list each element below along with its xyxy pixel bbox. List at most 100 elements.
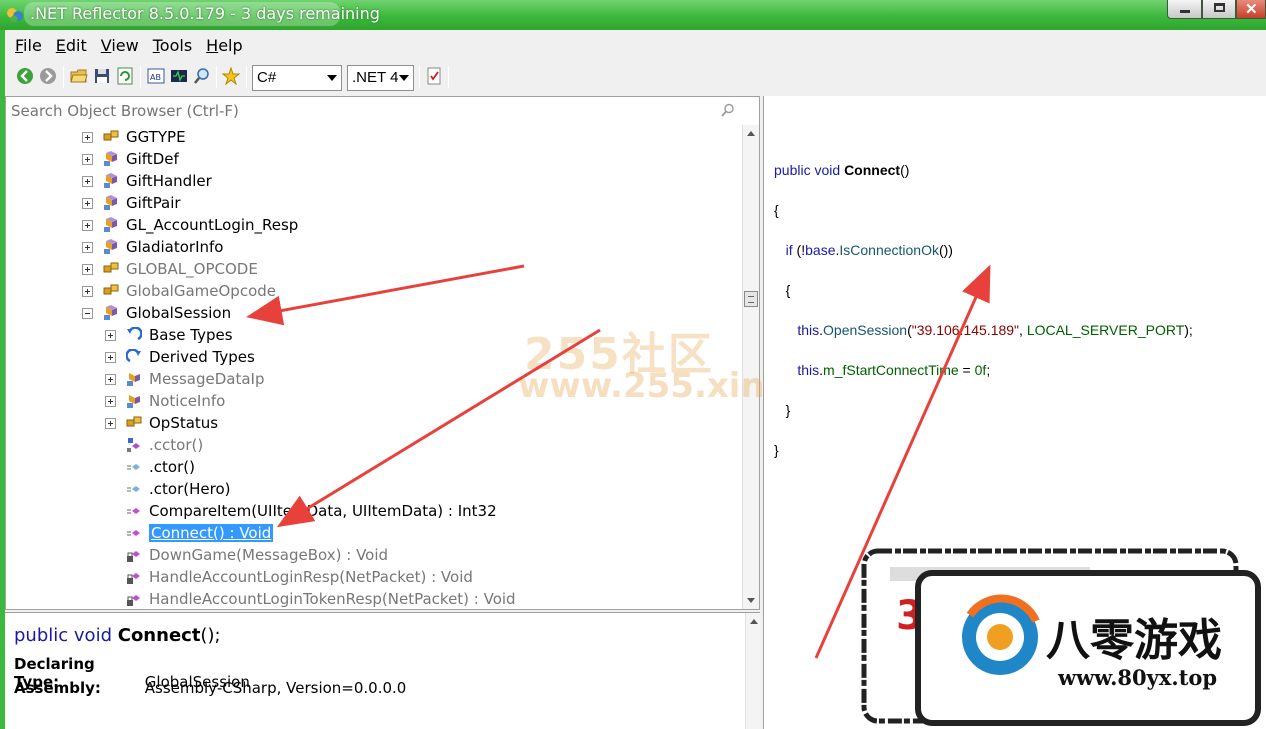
tree-item-messagedataip[interactable]: MessageDataIp: [105, 368, 265, 390]
notes-icon[interactable]: [425, 67, 443, 85]
tree-item-label: GiftPair: [126, 194, 181, 212]
assembly-label: Assembly:: [14, 679, 101, 697]
menu-file[interactable]: File: [8, 34, 49, 56]
menu-view[interactable]: View: [94, 34, 146, 56]
tree-item-ctor[interactable]: .ctor(Hero): [105, 478, 230, 500]
expand-icon[interactable]: [82, 197, 93, 209]
tree-item-globalgameopcode[interactable]: GlobalGameOpcode: [82, 280, 276, 302]
toolbar-separator: [140, 66, 141, 88]
search-icon[interactable]: [721, 103, 735, 117]
tree-item-gl-accountlogin-resp[interactable]: GL_AccountLogin_Resp: [82, 214, 298, 236]
favorite-icon[interactable]: [222, 67, 240, 85]
ab-icon[interactable]: AB: [147, 67, 165, 85]
code-line-brace-open: {: [774, 202, 779, 218]
class-icon: [103, 305, 119, 321]
tree-item-gifthandler[interactable]: GiftHandler: [82, 170, 212, 192]
tree-item-global-opcode[interactable]: GLOBAL_OPCODE: [82, 258, 258, 280]
toolbar-separator: [419, 66, 420, 88]
scroll-thumb[interactable]: [744, 291, 758, 307]
static-method-icon: [126, 437, 142, 453]
code-line-inner-close: }: [785, 402, 791, 418]
tree-item-label: Connect() : Void: [149, 524, 274, 542]
tree-item-label: GiftHandler: [126, 172, 212, 190]
maximize-button[interactable]: [1202, 0, 1236, 19]
code-line-brace-close: }: [774, 442, 779, 458]
expand-icon[interactable]: [82, 175, 93, 187]
tree-item-globalsession[interactable]: GlobalSession: [82, 302, 231, 324]
menu-help[interactable]: Help: [199, 34, 249, 56]
back-icon[interactable]: [16, 67, 34, 85]
tree-item-label: CompareItem(UIItemData, UIItemData) : In…: [149, 502, 497, 520]
tree-item-handleaccountlogintokenresp[interactable]: HandleAccountLoginTokenResp(NetPacket) :…: [105, 588, 516, 610]
expand-icon[interactable]: [82, 153, 93, 165]
nested-class-icon: [126, 393, 142, 409]
expand-icon[interactable]: [105, 395, 116, 407]
enum-icon: [103, 129, 119, 145]
assembly-value[interactable]: Assembly-CSharp, Version=0.0.0.0: [145, 679, 407, 697]
search-icon[interactable]: [193, 67, 211, 85]
collapse-icon[interactable]: [82, 307, 93, 319]
search-input[interactable]: [6, 97, 741, 125]
tree-item-label: NoticeInfo: [149, 392, 226, 410]
code-line-opensession: this.OpenSession("39.106.145.189", LOCAL…: [797, 322, 1193, 338]
expand-icon[interactable]: [105, 329, 116, 341]
open-icon[interactable]: [70, 67, 88, 85]
expand-icon[interactable]: [82, 263, 93, 275]
tree-item-downgame[interactable]: DownGame(MessageBox) : Void: [105, 544, 388, 566]
tree-item-label: DownGame(MessageBox) : Void: [149, 546, 389, 564]
expand-icon[interactable]: [82, 241, 93, 253]
refresh-icon[interactable]: [116, 67, 134, 85]
tree-item-compareitem[interactable]: CompareItem(UIItemData, UIItemData) : In…: [105, 500, 497, 522]
scroll-up-icon[interactable]: [750, 619, 758, 624]
tree-item-derived-types[interactable]: Derived Types: [105, 346, 255, 368]
tree-item-label: HandleAccountLoginResp(NetPacket) : Void: [149, 568, 473, 586]
close-button[interactable]: ✕: [1236, 0, 1266, 19]
private-method-icon: [126, 569, 142, 585]
tree-item-noticeinfo[interactable]: NoticeInfo: [105, 390, 225, 412]
info-scrollbar[interactable]: [745, 613, 761, 729]
tree-item-label: .ctor(Hero): [149, 480, 231, 498]
toolbar: AB C# .NET 4: [8, 62, 1258, 92]
tree-item-base-types[interactable]: Base Types: [105, 324, 233, 346]
expand-icon[interactable]: [105, 373, 116, 385]
menu-bar: File Edit View Tools Help: [8, 34, 250, 56]
save-icon[interactable]: [93, 67, 111, 85]
expand-icon[interactable]: [82, 285, 93, 297]
enum-icon: [103, 261, 119, 277]
language-value: C#: [257, 69, 277, 86]
expand-icon[interactable]: [105, 351, 116, 363]
forward-icon[interactable]: [39, 67, 57, 85]
expand-icon[interactable]: [82, 131, 93, 143]
expand-icon[interactable]: [105, 417, 116, 429]
tree-item-ggtype[interactable]: GGTYPE: [82, 126, 186, 148]
tree-item-handleaccountloginresp[interactable]: HandleAccountLoginResp(NetPacket) : Void: [105, 566, 473, 588]
tree-item-giftdef[interactable]: GiftDef: [82, 148, 179, 170]
enum-icon: [103, 283, 119, 299]
nested-class-icon: [126, 371, 142, 387]
framework-select[interactable]: .NET 4: [347, 65, 414, 91]
tree-item-label: GladiatorInfo: [126, 238, 224, 256]
window-title: .NET Reflector 8.5.0.179 - 3 days remain…: [30, 4, 380, 23]
scroll-down-icon[interactable]: [747, 598, 755, 603]
tree-item-cctor[interactable]: .cctor(): [105, 434, 203, 456]
tree-item-label: MessageDataIp: [149, 370, 265, 388]
tree-item-label: HandleAccountLoginTokenResp(NetPacket) :…: [149, 590, 516, 608]
tree-item-gladiatorinfo[interactable]: GladiatorInfo: [82, 236, 223, 258]
language-select[interactable]: C#: [252, 65, 342, 91]
scroll-up-icon[interactable]: [747, 131, 755, 136]
tree-item-connect[interactable]: Connect() : Void: [105, 522, 274, 544]
class-icon: [103, 239, 119, 255]
member-signature: public void Connect();: [14, 625, 221, 646]
tree-item-giftpair[interactable]: GiftPair: [82, 192, 181, 214]
base-types-icon: [126, 326, 143, 343]
minimize-button[interactable]: [1167, 0, 1202, 19]
menu-tools[interactable]: Tools: [146, 34, 199, 56]
tree-item-ctor[interactable]: .ctor(): [105, 456, 195, 478]
class-icon: [103, 195, 119, 211]
tree-item-label: Derived Types: [149, 348, 255, 366]
il-icon[interactable]: [170, 67, 188, 85]
menu-edit[interactable]: Edit: [49, 34, 94, 56]
tree-item-opstatus[interactable]: OpStatus: [105, 412, 218, 434]
tree-item-label: GiftDef: [126, 150, 179, 168]
expand-icon[interactable]: [82, 219, 93, 231]
